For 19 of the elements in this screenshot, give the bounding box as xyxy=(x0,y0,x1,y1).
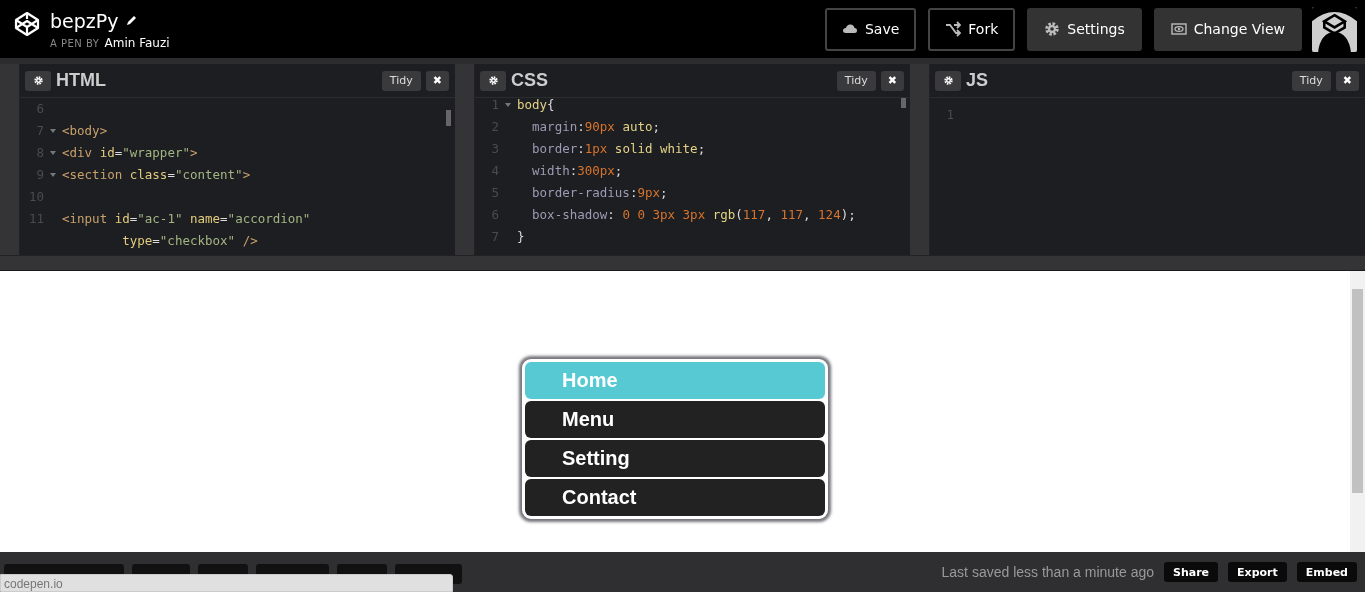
code-line: width:300px; xyxy=(531,162,623,180)
save-status-text: Last saved less than a minute ago xyxy=(941,564,1154,580)
code-line: margin:90px auto; xyxy=(531,118,661,136)
code-line: body{ xyxy=(517,96,555,114)
code-line: <input id="ac-1" name="accordion" xyxy=(62,210,311,228)
code-line: box-shadow: 0 0 3px 3px rgb(117, 117, 124); xyxy=(531,206,856,224)
code-line: border-radius:9px; xyxy=(531,184,668,202)
code-line: <section class="content"> xyxy=(62,166,251,184)
code-line: } xyxy=(517,228,525,246)
editor-title: HTML xyxy=(56,70,106,91)
code-line: border:1px solid white; xyxy=(531,140,706,158)
code-line: type="checkbox" /> xyxy=(121,232,258,250)
url-status-tooltip: codepen.io xyxy=(0,574,453,592)
code-line: <div id="wrapper"> xyxy=(62,144,198,162)
editor-title: CSS xyxy=(511,70,548,91)
byline-label: A PEN BY xyxy=(50,37,100,49)
pen-title: bepzPy xyxy=(50,8,119,34)
editor-title: JS xyxy=(966,70,989,91)
code-line: <body> xyxy=(62,122,108,140)
